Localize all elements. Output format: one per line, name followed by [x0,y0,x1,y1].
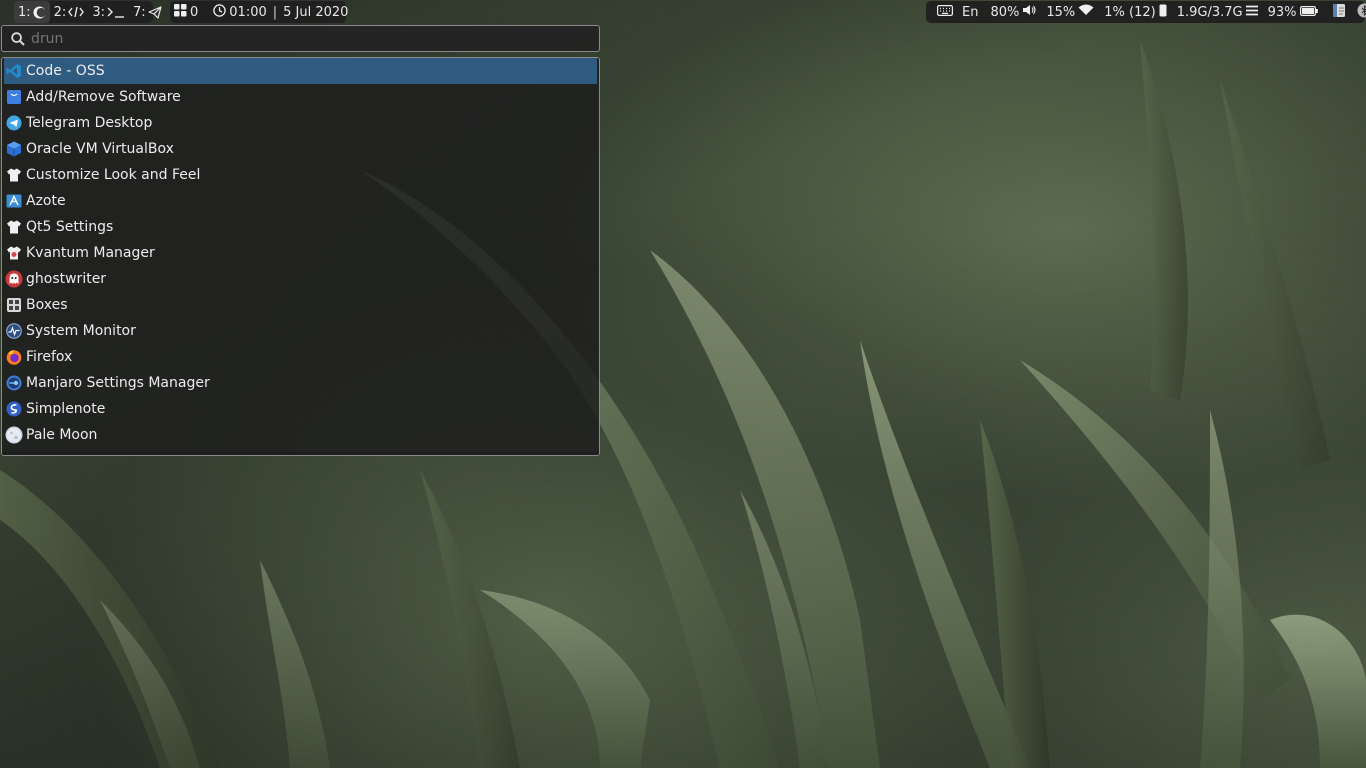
battery-icon [1299,5,1318,20]
speaker-icon [1022,4,1036,20]
clock-separator: | [272,4,278,20]
wifi[interactable]: 15% [1042,4,1098,20]
vscode-icon [5,62,23,80]
workspace-2[interactable]: 2: [50,1,89,23]
workspace-label: 7: [132,4,146,20]
volume-value: 80% [990,4,1020,20]
shirt-icon [5,218,23,236]
battery[interactable]: 93% [1264,5,1322,20]
shirt-icon [5,166,23,184]
wifi-strength-value: 15% [1046,4,1076,20]
system-monitor-icon [5,322,23,340]
ghostwriter-icon [5,270,23,288]
battery-value: 93% [1267,4,1297,20]
list-item[interactable]: System Monitor [2,318,599,344]
terminal-icon [107,6,125,18]
cpu-value: 1% (12) [1104,4,1156,20]
clock-date: 5 Jul 2020 [283,4,349,20]
keyboard-layout-value: En [962,4,979,20]
azote-icon [5,192,23,210]
workspace-3[interactable]: 3: [88,1,129,23]
list-item[interactable]: Code - OSS [4,58,597,84]
launcher-search-bar [1,25,600,52]
list-item-label: System Monitor [26,323,136,339]
telegram-icon [5,114,23,132]
list-item[interactable]: Telegram Desktop [2,110,599,136]
memory-value: 1.9G/3.7G [1176,4,1243,20]
list-item[interactable]: Boxes [2,292,599,318]
boxes-icon [5,296,23,314]
workspace-1[interactable]: 1: [14,1,50,23]
app-list: Code - OSS Add/Remove Software Telegram … [1,57,600,456]
manjaro-settings-icon [5,374,23,392]
tray [1328,3,1366,22]
memory[interactable]: 1.9G/3.7G [1173,5,1262,20]
palemoon-icon [5,426,23,444]
list-item-label: Pale Moon [26,427,98,443]
virtualbox-icon [5,140,23,158]
list-item-label: Kvantum Manager [26,245,155,261]
wifi-icon [1078,4,1094,20]
volume[interactable]: 80% [986,4,1040,20]
clock-icon [213,3,227,21]
window-count-value: 0 [190,4,199,20]
status-right: En 80% 15% 1% (12) 1.9G/3.7G 93% [926,1,1366,23]
moon-icon [33,6,46,19]
top-bar: 1: 2: 3: 7: 0 01:00 | 5 Jul 2020 En 80% … [0,0,1366,25]
window-count[interactable]: 0 [170,3,202,21]
cpu-icon [1159,4,1167,21]
list-item-label: Customize Look and Feel [26,167,201,183]
list-item-label: Oracle VM VirtualBox [26,141,174,157]
workspace-label: 3: [92,4,105,20]
clock-time: 01:00 [229,4,267,20]
workspace-7[interactable]: 7: [129,1,166,23]
list-item[interactable]: ghostwriter [2,266,599,292]
list-item[interactable]: Firefox [2,344,599,370]
list-clip-edge [2,452,599,455]
list-item-label: Telegram Desktop [26,115,153,131]
list-item[interactable]: Customize Look and Feel [2,162,599,188]
workspace-switcher: 1: 2: 3: 7: [14,1,162,23]
list-item-label: Add/Remove Software [26,89,181,105]
keyboard-layout[interactable]: En [933,5,982,20]
list-item-label: Firefox [26,349,73,365]
list-item-label: Boxes [26,297,68,313]
code-icon [68,6,85,18]
list-item-label: Manjaro Settings Manager [26,375,210,391]
cpu[interactable]: 1% (12) [1100,4,1170,21]
workspace-label: 2: [53,4,67,20]
list-item-label: Code - OSS [26,63,105,79]
list-item[interactable]: Oracle VM VirtualBox [2,136,599,162]
windows-icon [174,3,187,21]
package-manager-icon [5,88,23,106]
workspace-label: 1: [18,4,31,20]
list-item[interactable]: Azote [2,188,599,214]
list-item[interactable]: Simplenote [2,396,599,422]
clock[interactable]: 01:00 | 5 Jul 2020 [209,3,352,21]
notes-tray-icon[interactable] [1332,3,1346,22]
simplenote-icon [5,400,23,418]
memory-icon [1245,5,1258,20]
list-item-label: Qt5 Settings [26,219,114,235]
search-icon [11,31,25,46]
telegram-icon [148,5,162,19]
status-left: 0 01:00 | 5 Jul 2020 [170,1,348,23]
list-item[interactable]: Pale Moon [2,422,599,448]
kvantum-icon [5,244,23,262]
list-item-label: ghostwriter [26,271,107,287]
firefox-icon [5,348,23,366]
bluetooth-icon[interactable] [1357,3,1366,22]
list-item[interactable]: Add/Remove Software [2,84,599,110]
list-item[interactable]: Kvantum Manager [2,240,599,266]
keyboard-icon [937,4,954,20]
list-item-label: Azote [26,193,66,209]
list-item[interactable]: Manjaro Settings Manager [2,370,599,396]
list-item-label: Simplenote [26,401,106,417]
search-input[interactable] [31,30,571,47]
list-item[interactable]: Qt5 Settings [2,214,599,240]
